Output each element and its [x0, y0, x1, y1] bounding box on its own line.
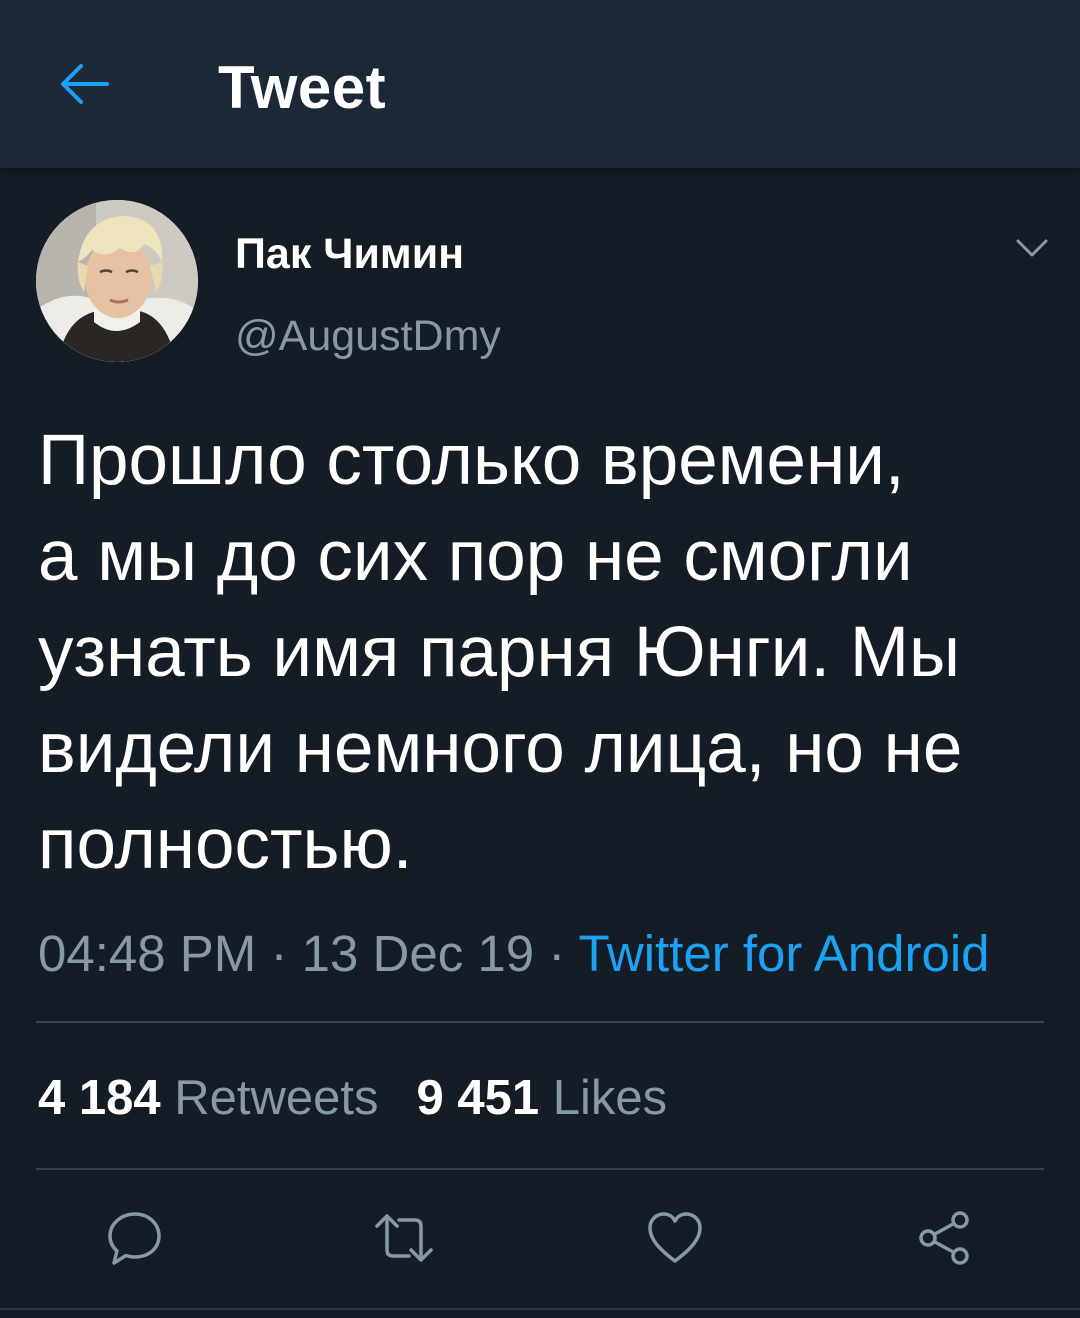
avatar[interactable] [36, 200, 198, 362]
likes-count: 9 451 [416, 1071, 540, 1125]
reply-button[interactable] [101, 1204, 169, 1272]
author-handle[interactable]: @AugustDmy [235, 308, 501, 364]
retweets-label: Retweets [174, 1071, 379, 1125]
meta-separator: · [256, 925, 302, 982]
page-title: Tweet [218, 54, 387, 121]
top-app-bar: Tweet [0, 0, 1080, 168]
tweet-stats: 4 184 Retweets 9 451 Likes [38, 1068, 667, 1128]
retweet-button[interactable] [370, 1204, 438, 1272]
chevron-down-icon [1016, 239, 1048, 257]
divider [36, 1021, 1044, 1023]
like-icon [648, 1212, 702, 1263]
tweet-meta: 04:48 PM · 13 Dec 19 · Twitter for Andro… [38, 922, 990, 986]
author-display-name[interactable]: Пак Чимин [235, 226, 464, 282]
retweet-icon [375, 1214, 433, 1262]
arrow-left-icon [61, 64, 109, 104]
likes-stat[interactable]: 9 451 Likes [417, 1071, 668, 1125]
tweet-time: 04:48 PM [38, 925, 257, 982]
back-button[interactable] [52, 52, 116, 116]
retweets-stat[interactable]: 4 184 Retweets [38, 1071, 379, 1125]
avatar-photo [36, 200, 198, 362]
tweet-menu-button[interactable] [1010, 226, 1054, 270]
tweet-date: 13 Dec 19 [301, 925, 535, 982]
retweets-count: 4 184 [38, 1071, 161, 1125]
meta-separator: · [534, 925, 579, 982]
like-button[interactable] [641, 1204, 709, 1272]
tweet-text: Прошло столько времени, а мы до сих пор … [38, 421, 963, 884]
reply-icon [108, 1212, 161, 1265]
bottom-divider [0, 1308, 1080, 1310]
share-icon [919, 1211, 969, 1265]
likes-label: Likes [552, 1071, 668, 1125]
tweet-source-link[interactable]: Twitter for Android [579, 925, 990, 982]
divider [36, 1168, 1044, 1170]
share-button[interactable] [910, 1204, 978, 1272]
